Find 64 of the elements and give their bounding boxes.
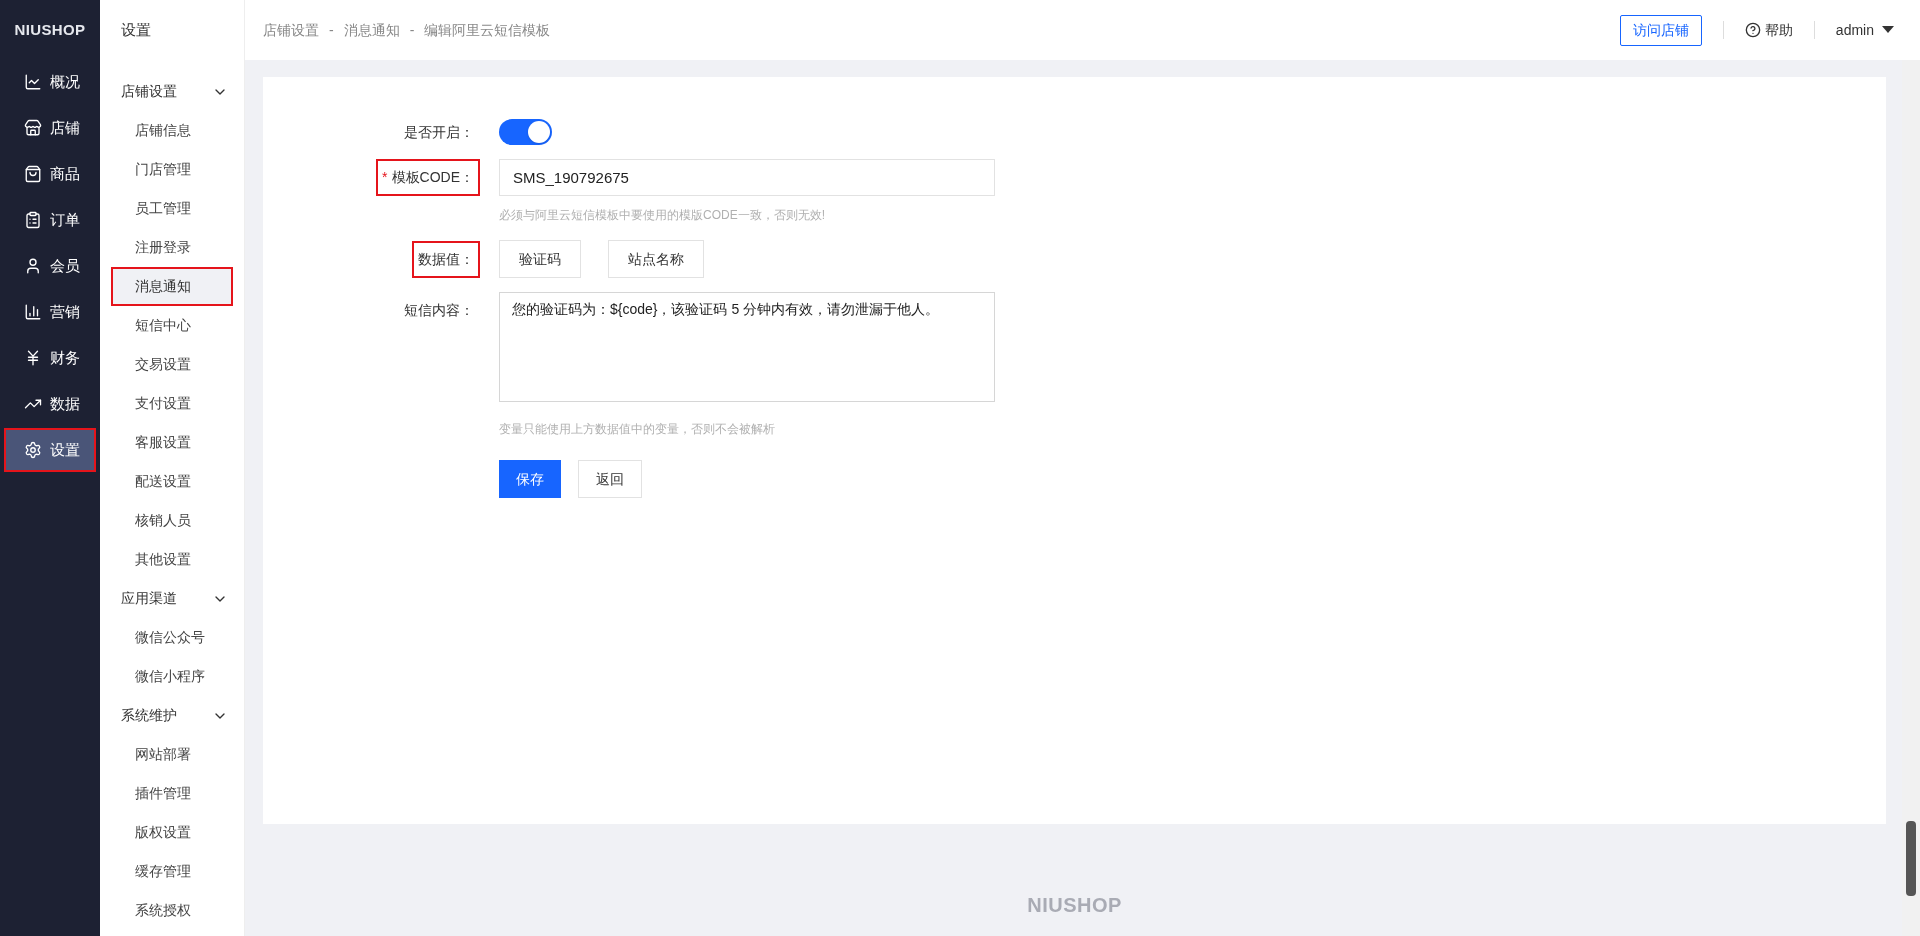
nav-item[interactable]: 订单 [4,198,96,242]
submenu-group[interactable]: 系统维护 [100,696,244,735]
nav-item[interactable]: 店铺 [4,106,96,150]
nav-item[interactable]: 会员 [4,244,96,288]
bar-chart-icon [24,303,42,321]
field-label: 是否开启： [403,122,475,142]
submenu-item[interactable]: 店铺信息 [111,111,233,150]
nav-item[interactable]: 财务 [4,336,96,380]
breadcrumb-item[interactable]: 消息通知 [343,19,400,41]
submenu-item[interactable]: 配送设置 [111,462,233,501]
logo: NIUSHOP [14,19,86,40]
submenu-item[interactable]: 交易设置 [111,345,233,384]
field-hint: 变量只能使用上方数据值中的变量，否则不会被解析 [499,421,776,438]
field-label: * 模板CODE： [376,159,480,196]
sms-content-field[interactable]: 您的验证码为：${code}，该验证码 5 分钟内有效，请勿泄漏于他人。 [499,292,995,402]
submenu-item[interactable]: 注册登录 [111,228,233,267]
submenu-item[interactable]: 门店管理 [111,150,233,189]
line-chart-icon [24,73,42,91]
submenu-item[interactable]: 客服设置 [111,423,233,462]
clipboard-icon [24,211,42,229]
breadcrumb-item[interactable]: 店铺设置 [263,19,319,41]
field-label: 短信内容： [403,301,475,320]
submenu-item[interactable]: 消息通知 [111,267,233,306]
variable-tag-button[interactable]: 验证码 [499,240,581,278]
field-hint: 必须与阿里云短信模板中要使用的模版CODE一致，否则无效! [499,207,826,224]
bag-icon [24,165,42,183]
submenu-item[interactable]: 版权设置 [111,813,233,852]
submenu-group[interactable]: 店铺设置 [100,72,244,111]
visit-store-button[interactable]: 访问店铺 [1619,14,1702,46]
footer-logo: NIUSHOP [1027,893,1122,918]
nav-item[interactable]: 概况 [4,60,96,104]
nav-item[interactable]: 设置 [4,428,96,472]
submenu-item[interactable]: 核销人员 [111,501,233,540]
breadcrumb-separator: - [409,20,415,40]
breadcrumb-item[interactable]: 编辑阿里云短信模板 [424,19,551,41]
settings-icon [24,441,42,459]
save-button[interactable]: 保存 [499,460,561,498]
user-menu[interactable]: admin [1835,19,1894,41]
nav-item[interactable]: 数据 [4,382,96,426]
submenu-group[interactable]: 应用渠道 [100,579,244,618]
submenu-item[interactable]: 系统授权 [111,891,233,930]
breadcrumb-separator: - [329,20,334,40]
nav-item[interactable]: 商品 [4,152,96,196]
field-label: 数据值： [412,240,480,278]
submenu-item[interactable]: 缓存管理 [111,852,233,891]
submenu-item[interactable]: 微信小程序 [111,657,233,696]
help-button[interactable]: 帮助 [1744,19,1793,41]
back-button[interactable]: 返回 [578,460,642,498]
submenu-item[interactable]: 短信中心 [111,306,233,345]
nav-item[interactable]: 营销 [4,290,96,334]
submenu-item[interactable]: 其他设置 [111,540,233,579]
submenu-item[interactable]: 网站部署 [111,735,233,774]
submenu-item[interactable]: 员工管理 [111,189,233,228]
submenu-item[interactable]: 插件管理 [111,774,233,813]
submenu-title: 设置 [120,19,152,40]
submenu-item[interactable]: 支付设置 [111,384,233,423]
store-icon [24,119,42,137]
caret-icon [1882,26,1894,34]
submenu-item[interactable]: 微信公众号 [111,618,233,657]
template-code-field[interactable]: SMS_190792675 [499,159,995,196]
help-icon [1744,22,1761,38]
variable-tag-button[interactable]: 站点名称 [608,240,704,278]
enable-toggle[interactable] [499,119,552,145]
user-icon [24,257,42,275]
